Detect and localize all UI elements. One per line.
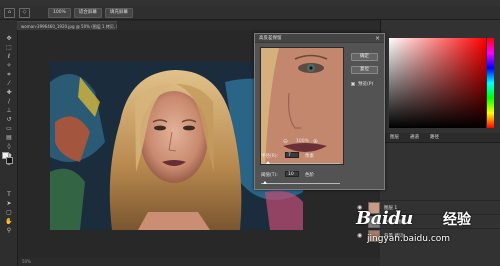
- baidu-logo: Baidu: [356, 208, 413, 229]
- radius-slider-thumb[interactable]: [266, 161, 270, 164]
- background-color-swatch[interactable]: [6, 157, 13, 164]
- watermark-suffix: 经验: [443, 212, 471, 228]
- tools-panel: ✥ ⬚ ℓ ✧ ⌗ ⁄ ✚ ∕ ⊥ ↺ ▭ ▤ ◊ ● ✒ T ➤ ▢ ✋ ⚲: [0, 20, 18, 266]
- status-bar: 50%: [18, 258, 382, 266]
- threshold-unit: 色阶: [305, 173, 314, 178]
- radius-unit: 像素: [305, 154, 314, 159]
- color-picker-field[interactable]: [389, 38, 486, 128]
- hand-icon[interactable]: ✋: [4, 217, 14, 226]
- baidu-watermark: Baidu 经验 jingyan.baidu.com: [356, 208, 492, 256]
- tab-paths[interactable]: 路径: [426, 133, 443, 143]
- move-tool-icon[interactable]: ✥: [4, 34, 14, 43]
- preview-image: [261, 48, 343, 164]
- radius-slider-track[interactable]: [261, 163, 340, 164]
- magic-wand-icon[interactable]: ✧: [4, 61, 14, 70]
- tab-strip: [117, 21, 380, 30]
- threshold-label: 阈值(T):: [261, 173, 278, 178]
- ok-button[interactable]: 确定: [351, 53, 378, 61]
- healing-brush-icon[interactable]: ✚: [4, 88, 14, 97]
- tab-channels[interactable]: 通道: [406, 133, 423, 143]
- marquee-icon[interactable]: ⬚: [4, 43, 14, 52]
- fit-screen-button[interactable]: 适合屏幕: [73, 7, 102, 18]
- radius-input[interactable]: 7: [285, 152, 299, 158]
- threshold-slider-track[interactable]: [261, 183, 340, 184]
- radius-label: 半径(R):: [261, 154, 279, 159]
- high-pass-dialog: 高反差保留 × 确定 复位 预览(P) ⊖ 100% ⊕ 半径(R): 7 像素…: [254, 33, 385, 190]
- close-icon[interactable]: ×: [374, 34, 381, 43]
- zoom-100-button[interactable]: 100%: [48, 7, 71, 18]
- panel-tabs: 图层 通道 路径: [380, 133, 500, 143]
- hue-slider[interactable]: [487, 38, 494, 128]
- dialog-title[interactable]: 高反差保留: [255, 34, 384, 43]
- preview-label: 预览(P): [358, 82, 374, 87]
- threshold-slider-thumb[interactable]: [263, 181, 267, 184]
- fill-screen-button[interactable]: 填充屏幕: [104, 7, 133, 18]
- stamp-icon[interactable]: ⊥: [4, 106, 14, 115]
- preview-zoom: 100%: [296, 139, 309, 144]
- document-tab[interactable]: woman-3996460_1920.jpg @ 50% (图层 1 拷贝, R…: [17, 21, 117, 30]
- preview-checkbox[interactable]: [351, 82, 355, 86]
- zoom-out-icon[interactable]: ⊖: [283, 138, 288, 145]
- lasso-icon[interactable]: ℓ: [4, 52, 14, 61]
- path-select-icon[interactable]: ➤: [4, 199, 14, 208]
- reset-button[interactable]: 复位: [351, 66, 378, 74]
- tool-preset-icon[interactable]: ◇: [19, 7, 30, 18]
- blur-icon[interactable]: ◊: [4, 142, 14, 151]
- options-bar: ⌂ ◇ 100% 适合屏幕 填充屏幕: [0, 6, 500, 20]
- history-brush-icon[interactable]: ↺: [4, 115, 14, 124]
- eyedropper-icon[interactable]: ⁄: [4, 79, 14, 88]
- eraser-icon[interactable]: ▭: [4, 124, 14, 133]
- watermark-url: jingyan.baidu.com: [367, 234, 451, 244]
- shape-icon[interactable]: ▢: [4, 208, 14, 217]
- crop-icon[interactable]: ⌗: [4, 70, 14, 79]
- threshold-input[interactable]: 10: [285, 171, 299, 177]
- zoom-in-icon[interactable]: ⊕: [313, 138, 318, 145]
- zoom-icon[interactable]: ⚲: [4, 226, 14, 235]
- home-icon[interactable]: ⌂: [4, 7, 15, 18]
- gradient-icon[interactable]: ▤: [4, 133, 14, 142]
- filter-preview[interactable]: [260, 47, 344, 165]
- type-icon[interactable]: T: [4, 190, 14, 199]
- tab-layers[interactable]: 图层: [386, 133, 403, 143]
- brush-icon[interactable]: ∕: [4, 97, 14, 106]
